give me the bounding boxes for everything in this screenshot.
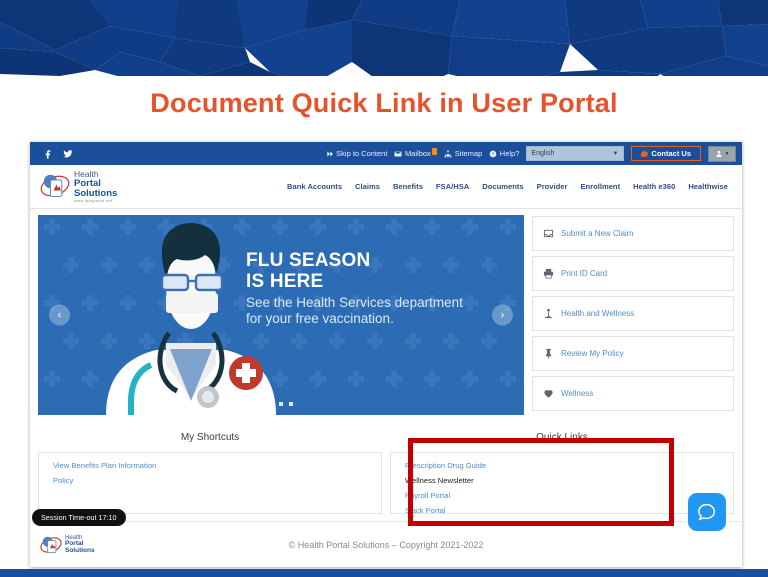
banner-polygons	[0, 0, 768, 76]
heart-icon	[544, 390, 553, 398]
chat-bubble-icon	[698, 503, 716, 521]
sidebar-item-label: Print ID Card	[561, 269, 608, 278]
logo-url: www.hpsglobal.net	[74, 197, 113, 203]
shortcut-link-view-benefits-plan-information[interactable]: View Benefits Plan Information	[53, 461, 367, 470]
person-icon	[544, 308, 553, 319]
user-avatar-menu[interactable]: ▼	[708, 145, 736, 162]
my-shortcuts-list: View Benefits Plan Information Policy	[38, 452, 382, 514]
shortcut-link-policy[interactable]: Policy	[53, 476, 367, 485]
sidebar-item-health-and-wellness[interactable]: Health and Wellness	[532, 296, 734, 331]
carousel-dot[interactable]	[289, 402, 293, 406]
help-icon: ?	[489, 150, 497, 157]
help-link[interactable]: ? Help?	[489, 149, 519, 158]
sitemap-icon	[444, 150, 452, 157]
quick-action-sidebar: Submit a New Claim Print ID Card Health …	[532, 215, 734, 415]
main-navigation: Health Portal Solutions www.hpsglobal.ne…	[30, 165, 742, 209]
hero-headline-line2: IS HERE	[246, 270, 324, 292]
hero-headline-line1: FLU SEASON	[246, 250, 371, 271]
nav-item-health-e360[interactable]: Health e360	[633, 182, 675, 191]
hero-subtext: See the Health Services department for y…	[246, 295, 463, 326]
sidebar-item-label: Wellness	[561, 389, 594, 398]
skip-icon	[326, 150, 333, 157]
portal-body: FLU SEASON IS HERE See the Health Servic…	[30, 209, 742, 415]
chevron-down-icon: ▼	[612, 150, 619, 157]
bottom-panels: My Shortcuts View Benefits Plan Informat…	[30, 415, 742, 515]
social-links	[44, 149, 73, 159]
quick-links-title: Quick Links	[536, 432, 588, 443]
quick-links-list: Prescription Drug Guide Wellness Newslet…	[390, 452, 734, 515]
nav-item-enrollment[interactable]: Enrollment	[580, 182, 620, 191]
pushpin-icon	[545, 348, 552, 359]
avatar-icon	[715, 150, 722, 157]
primary-nav-links: Bank Accounts Claims Benefits FSA/HSA Do…	[287, 182, 732, 191]
slide-title: Document Quick Link in User Portal	[150, 88, 618, 118]
help-label: Help?	[499, 149, 520, 158]
logo-text: Health Portal Solutions www.hpsglobal.ne…	[74, 170, 117, 203]
nav-item-healthwise[interactable]: Healthwise	[688, 182, 728, 191]
carousel-dot[interactable]	[269, 402, 273, 406]
nav-item-provider[interactable]: Provider	[537, 182, 568, 191]
mailbox-link[interactable]: Mailbox	[394, 148, 438, 158]
nav-item-claims[interactable]: Claims	[355, 182, 380, 191]
decorative-banner	[0, 0, 768, 76]
utility-right-group: Skip to Content Mailbox Sitemap ? Help? …	[326, 145, 736, 162]
mail-icon	[395, 151, 402, 156]
facebook-icon[interactable]	[44, 149, 54, 159]
mailbox-label: Mailbox	[404, 149, 431, 158]
carousel-prev-button[interactable]: ‹	[49, 304, 70, 326]
mailbox-badge	[432, 148, 438, 155]
logo-mark-icon	[40, 171, 70, 201]
utility-bar: Skip to Content Mailbox Sitemap ? Help? …	[30, 142, 742, 165]
chat-widget-button[interactable]	[688, 493, 726, 531]
carousel-dot[interactable]	[279, 402, 283, 406]
carousel-next-button[interactable]: ›	[492, 304, 513, 326]
portal-footer: Health Portal Solutions © Health Portal …	[30, 521, 742, 567]
hero-carousel: FLU SEASON IS HERE See the Health Servic…	[38, 215, 524, 415]
footer-logo-line-3: Solutions	[65, 546, 95, 554]
contact-us-button[interactable]: Contact Us	[631, 146, 701, 161]
language-select[interactable]: English ▼	[526, 146, 625, 161]
nav-item-bank-accounts[interactable]: Bank Accounts	[287, 182, 342, 191]
footer-logo-mark-icon	[40, 536, 62, 553]
printer-icon	[543, 268, 554, 279]
sitemap-link[interactable]: Sitemap	[444, 149, 482, 158]
inbox-icon	[543, 229, 554, 238]
hero-copy: FLU SEASON IS HERE See the Health Servic…	[246, 250, 476, 327]
nav-item-benefits[interactable]: Benefits	[393, 182, 423, 191]
quick-link-prescription-drug-guide[interactable]: Prescription Drug Guide	[405, 461, 719, 470]
language-value: English	[531, 150, 555, 157]
quick-link-wellness-newsletter[interactable]: Wellness Newsletter	[405, 476, 719, 485]
slide-bottom-bar	[0, 569, 768, 577]
my-shortcuts-panel: My Shortcuts View Benefits Plan Informat…	[38, 425, 382, 514]
sidebar-item-label: Review My Policy	[561, 349, 624, 358]
quick-link-payroll-portal[interactable]: Payroll Portal	[405, 491, 719, 500]
chat-bubble-icon	[641, 150, 649, 157]
quick-links-panel: Quick Links Prescription Drug Guide Well…	[390, 425, 734, 515]
sidebar-item-wellness[interactable]: Wellness	[532, 376, 734, 411]
site-logo[interactable]: Health Portal Solutions www.hpsglobal.ne…	[40, 170, 117, 203]
sidebar-item-submit-a-new-claim[interactable]: Submit a New Claim	[532, 216, 734, 251]
sidebar-item-review-my-policy[interactable]: Review My Policy	[532, 336, 734, 371]
carousel-dots[interactable]	[269, 402, 293, 406]
sidebar-item-label: Submit a New Claim	[561, 229, 634, 238]
footer-copyright: © Health Portal Solutions – Copyright 20…	[288, 539, 484, 550]
sitemap-label: Sitemap	[454, 149, 483, 158]
sidebar-item-label: Health and Wellness	[561, 309, 635, 318]
my-shortcuts-title: My Shortcuts	[180, 432, 240, 443]
footer-logo: Health Portal Solutions	[40, 534, 95, 556]
contact-us-label: Contact Us	[651, 149, 691, 158]
nav-item-documents[interactable]: Documents	[482, 182, 523, 191]
session-timeout-toast: Session Time-out 17:10	[32, 509, 126, 526]
svg-text:?: ?	[492, 151, 495, 156]
twitter-icon[interactable]	[63, 149, 73, 159]
skip-to-content-link[interactable]: Skip to Content	[326, 149, 388, 158]
skip-to-content-label: Skip to Content	[336, 149, 388, 158]
chevron-down-icon: ▼	[724, 150, 730, 157]
slide-canvas: Document Quick Link in User Portal Skip …	[0, 0, 768, 577]
nav-item-fsa-hsa[interactable]: FSA/HSA	[436, 182, 469, 191]
sidebar-item-print-id-card[interactable]: Print ID Card	[532, 256, 734, 291]
quick-link-slack-portal[interactable]: Slack Portal	[405, 506, 719, 515]
footer-logo-text: Health Portal Solutions	[65, 535, 95, 555]
portal-screenshot: Skip to Content Mailbox Sitemap ? Help? …	[30, 142, 742, 567]
